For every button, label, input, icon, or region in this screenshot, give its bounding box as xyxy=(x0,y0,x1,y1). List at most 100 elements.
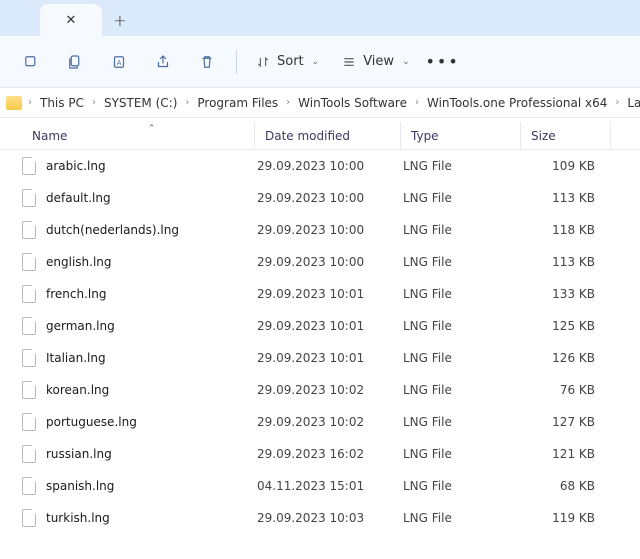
file-name: spanish.lng xyxy=(46,479,114,493)
file-icon xyxy=(22,317,36,335)
file-size: 113 KB xyxy=(523,255,603,269)
file-size: 113 KB xyxy=(523,191,603,205)
file-date: 29.09.2023 10:01 xyxy=(257,287,403,301)
file-icon xyxy=(22,381,36,399)
file-date: 29.09.2023 10:00 xyxy=(257,255,403,269)
file-row[interactable]: portuguese.lng29.09.2023 10:02LNG File12… xyxy=(0,406,640,438)
chevron-right-icon: › xyxy=(284,97,292,108)
crumb-wintools-pro[interactable]: WinTools.one Professional x64 xyxy=(421,92,613,114)
sort-icon xyxy=(255,54,271,70)
trash-icon xyxy=(198,53,216,71)
column-header-size[interactable]: Size xyxy=(521,122,611,149)
column-header-type[interactable]: Type xyxy=(401,122,521,149)
file-type: LNG File xyxy=(403,447,523,461)
file-row[interactable]: dutch(nederlands).lng29.09.2023 10:00LNG… xyxy=(0,214,640,246)
active-tab[interactable]: ✕ xyxy=(40,4,102,36)
file-name: turkish.lng xyxy=(46,511,110,525)
file-row[interactable]: korean.lng29.09.2023 10:02LNG File76 KB xyxy=(0,374,640,406)
cut-button[interactable] xyxy=(10,44,52,80)
toolbar: A Sort ⌄ View ⌄ ••• xyxy=(0,36,640,88)
copy-icon xyxy=(66,53,84,71)
close-icon[interactable]: ✕ xyxy=(66,13,77,28)
file-row[interactable]: Italian.lng 29.09.2023 10:01LNG File126 K… xyxy=(0,342,640,374)
file-type: LNG File xyxy=(403,255,523,269)
file-icon xyxy=(22,253,36,271)
file-icon xyxy=(22,221,36,239)
file-date: 29.09.2023 10:02 xyxy=(257,383,403,397)
crumb-program-files[interactable]: Program Files xyxy=(191,92,284,114)
file-type: LNG File xyxy=(403,287,523,301)
file-date: 29.09.2023 10:02 xyxy=(257,415,403,429)
file-type: LNG File xyxy=(403,191,523,205)
more-options-button[interactable]: ••• xyxy=(422,44,464,80)
crumb-lang[interactable]: Lang xyxy=(621,92,640,114)
file-size: 76 KB xyxy=(523,383,603,397)
file-size: 68 KB xyxy=(523,479,603,493)
file-name: russian.lng xyxy=(46,447,112,461)
crumb-drive[interactable]: SYSTEM (C:) xyxy=(98,92,183,114)
file-row[interactable]: default.lng29.09.2023 10:00LNG File113 K… xyxy=(0,182,640,214)
file-row[interactable]: german.lng29.09.2023 10:01LNG File125 KB xyxy=(0,310,640,342)
column-header-name[interactable]: Name xyxy=(0,122,255,149)
crumb-wintools-software[interactable]: WinTools Software xyxy=(292,92,413,114)
chevron-right-icon: › xyxy=(183,97,191,108)
file-type: LNG File xyxy=(403,351,523,365)
copy-button[interactable] xyxy=(54,44,96,80)
file-size: 126 KB xyxy=(523,351,603,365)
paste-button[interactable]: A xyxy=(98,44,140,80)
file-row[interactable]: russian.lng 29.09.2023 16:02LNG File121 K… xyxy=(0,438,640,470)
file-name: default.lng xyxy=(46,191,111,205)
file-date: 29.09.2023 10:03 xyxy=(257,511,403,525)
file-type: LNG File xyxy=(403,511,523,525)
file-icon xyxy=(22,349,36,367)
column-label: Size xyxy=(531,129,556,143)
file-row[interactable]: spanish.lng04.11.2023 15:01LNG File68 KB xyxy=(0,470,640,502)
file-size: 127 KB xyxy=(523,415,603,429)
more-icon: ••• xyxy=(425,52,459,71)
column-label: Type xyxy=(411,129,439,143)
crumb-this-pc[interactable]: This PC xyxy=(34,92,90,114)
folder-icon xyxy=(6,96,22,110)
file-row[interactable]: arabic.lng29.09.2023 10:00LNG File109 KB xyxy=(0,150,640,182)
delete-button[interactable] xyxy=(186,44,228,80)
sort-indicator-icon: ⌃ xyxy=(148,124,156,134)
file-size: 118 KB xyxy=(523,223,603,237)
view-dropdown[interactable]: View ⌄ xyxy=(331,44,419,80)
view-icon xyxy=(341,54,357,70)
view-label: View xyxy=(363,54,394,69)
file-size: 121 KB xyxy=(523,447,603,461)
paste-icon: A xyxy=(110,53,128,71)
file-size: 125 KB xyxy=(523,319,603,333)
file-icon xyxy=(22,445,36,463)
share-button[interactable] xyxy=(142,44,184,80)
file-list: ⌃ Name Date modified Type Size arabic.ln… xyxy=(0,118,640,534)
toolbar-separator xyxy=(236,50,237,74)
sort-dropdown[interactable]: Sort ⌄ xyxy=(245,44,329,80)
file-icon xyxy=(22,413,36,431)
breadcrumb[interactable]: › This PC › SYSTEM (C:) › Program Files … xyxy=(0,88,640,118)
file-name: dutch(nederlands).lng xyxy=(46,223,179,237)
file-type: LNG File xyxy=(403,223,523,237)
file-row[interactable]: english.lng 29.09.2023 10:00LNG File113 K… xyxy=(0,246,640,278)
file-icon xyxy=(22,477,36,495)
new-tab-button[interactable]: + xyxy=(102,4,138,36)
chevron-right-icon: › xyxy=(613,97,621,108)
file-type: LNG File xyxy=(403,479,523,493)
file-icon xyxy=(22,285,36,303)
file-size: 133 KB xyxy=(523,287,603,301)
file-type: LNG File xyxy=(403,159,523,173)
file-size: 119 KB xyxy=(523,511,603,525)
file-date: 29.09.2023 10:00 xyxy=(257,159,403,173)
file-type: LNG File xyxy=(403,383,523,397)
file-name: Italian.lng xyxy=(46,351,106,365)
file-name: english.lng xyxy=(46,255,112,269)
file-icon xyxy=(22,157,36,175)
file-row[interactable]: french.lng29.09.2023 10:01LNG File133 KB xyxy=(0,278,640,310)
column-header-row: ⌃ Name Date modified Type Size xyxy=(0,122,640,150)
file-row[interactable]: turkish.lng 29.09.2023 10:03LNG File119 K… xyxy=(0,502,640,534)
file-icon xyxy=(22,189,36,207)
file-date: 29.09.2023 10:01 xyxy=(257,351,403,365)
file-name: portuguese.lng xyxy=(46,415,137,429)
column-header-date[interactable]: Date modified xyxy=(255,122,401,149)
file-date: 29.09.2023 16:02 xyxy=(257,447,403,461)
